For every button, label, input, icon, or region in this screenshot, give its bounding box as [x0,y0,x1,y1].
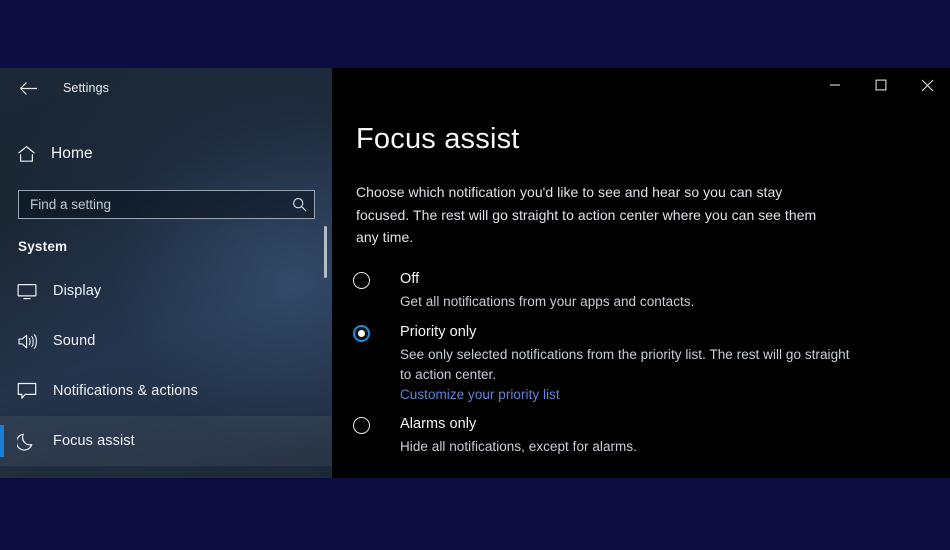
sidebar-nav-list: Display Sound Notifications & actions Fo… [0,266,332,466]
option-priority-only-description: See only selected notifications from the… [400,347,850,382]
page-description: Choose which notification you'd like to … [356,184,817,245]
sidebar-item-home-label: Home [51,145,93,162]
window-controls [812,68,950,102]
option-alarms-only-label: Alarms only [400,416,477,432]
radio-priority-only[interactable] [353,325,370,342]
sidebar-item-notifications-actions[interactable]: Notifications & actions [0,366,332,416]
focus-assist-options: Off Get all notifications from your apps… [353,270,923,468]
sidebar-item-focus-assist-label: Focus assist [53,433,135,449]
settings-sidebar: Settings Home Find a setting System Disp… [0,68,332,478]
moon-icon [17,432,47,451]
back-arrow-icon[interactable] [6,72,50,104]
sidebar-item-home[interactable]: Home [0,137,332,171]
monitor-icon [17,283,47,300]
maximize-button[interactable] [858,68,904,102]
sidebar-item-display[interactable]: Display [0,266,332,316]
radio-dot [358,330,365,337]
minimize-button[interactable] [812,68,858,102]
desktop-background: Settings Home Find a setting System Disp… [0,0,950,550]
notification-bubble-icon [17,382,47,400]
sidebar-item-display-label: Display [53,283,102,299]
search-box[interactable] [18,190,315,219]
option-priority-only-label: Priority only [400,324,477,340]
customize-priority-list-link[interactable]: Customize your priority list [400,387,560,402]
option-priority-only[interactable]: Priority only See only selected notifica… [353,323,923,404]
page-title: Focus assist [356,123,520,155]
radio-alarms-only[interactable] [353,417,370,434]
sidebar-item-sound[interactable]: Sound [0,316,332,366]
sidebar-group-header: System [18,239,68,254]
option-alarms-only-description: Hide all notifications, except for alarm… [400,439,637,454]
close-button[interactable] [904,68,950,102]
search-input[interactable] [19,191,284,218]
option-off-label: Off [400,271,420,287]
option-off-description: Get all notifications from your apps and… [400,294,695,309]
selected-indicator [0,425,4,457]
window-title: Settings [63,81,109,95]
option-alarms-only[interactable]: Alarms only Hide all notifications, exce… [353,415,923,457]
home-icon [17,145,45,163]
sidebar-scrollbar-thumb[interactable] [324,226,327,278]
settings-main-content: Focus assist Choose which notification y… [332,68,950,478]
sidebar-item-notifications-actions-label: Notifications & actions [53,383,198,399]
sidebar-item-focus-assist[interactable]: Focus assist [0,416,332,466]
option-off[interactable]: Off Get all notifications from your apps… [353,270,923,312]
search-icon[interactable] [284,197,314,212]
sidebar-item-sound-label: Sound [53,333,96,349]
speaker-icon [17,333,47,350]
radio-off[interactable] [353,272,370,289]
sidebar-scrollbar[interactable] [322,68,330,478]
sidebar-titlebar: Settings [0,68,332,108]
settings-window: Settings Home Find a setting System Disp… [0,68,950,478]
